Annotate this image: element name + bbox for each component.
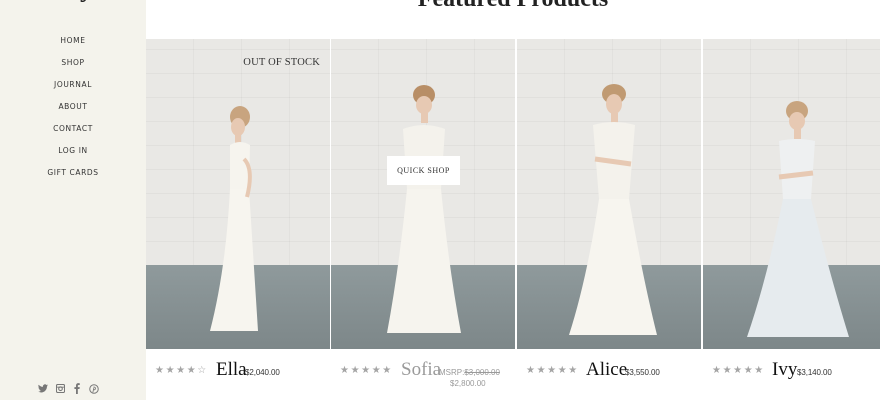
product-card-sofia[interactable]: QUICK SHOP ★★★★★ Sofia MSRP:$3,000.00 $2… xyxy=(331,39,515,400)
sidebar-nav: HOME SHOP JOURNAL ABOUT CONTACT LOG IN G… xyxy=(0,33,146,187)
dress-image xyxy=(387,85,461,333)
product-price: $2,040.00 xyxy=(245,368,280,377)
product-meta: ★★★★★ Ivy $3,140.00 xyxy=(703,355,880,400)
rating-stars: ★★★★★ xyxy=(526,365,579,376)
nav-shop[interactable]: SHOP xyxy=(0,55,146,77)
msrp-price: MSRP:$3,000.00 xyxy=(439,368,500,377)
nav-contact[interactable]: CONTACT xyxy=(0,121,146,143)
nav-journal[interactable]: JOURNAL xyxy=(0,77,146,99)
product-card-ivy[interactable]: ★★★★★ Ivy $3,140.00 xyxy=(703,39,880,400)
product-grid: OUT OF STOCK ★★★★☆ Ella $2,040.00 QUICK … xyxy=(146,39,880,400)
product-name[interactable]: Alice xyxy=(586,359,627,381)
section-heading: Featured Products xyxy=(146,0,880,13)
pinterest-icon[interactable] xyxy=(89,383,99,394)
facebook-icon[interactable] xyxy=(72,383,82,394)
product-name[interactable]: Ella xyxy=(216,359,247,381)
product-image[interactable] xyxy=(146,39,330,349)
dress-image xyxy=(210,106,258,331)
product-meta: ★★★★☆ Ella $2,040.00 xyxy=(146,355,330,400)
product-image[interactable] xyxy=(331,39,515,349)
rating-stars: ★★★★★ xyxy=(712,365,765,376)
product-meta: ★★★★★ Alice $3,550.00 xyxy=(517,355,701,400)
rating-stars: ★★★★★ xyxy=(340,365,393,376)
out-of-stock-badge: OUT OF STOCK xyxy=(243,57,320,68)
product-card-ella[interactable]: OUT OF STOCK ★★★★☆ Ella $2,040.00 xyxy=(146,39,330,400)
product-price: $3,550.00 xyxy=(625,368,660,377)
msrp-label: MSRP: xyxy=(439,368,465,377)
product-image[interactable] xyxy=(517,39,701,349)
twitter-icon[interactable] xyxy=(38,383,48,394)
product-price: $3,140.00 xyxy=(797,368,832,377)
product-image[interactable] xyxy=(703,39,880,349)
product-card-alice[interactable]: ★★★★★ Alice $3,550.00 xyxy=(517,39,701,400)
social-links xyxy=(38,383,99,394)
quick-shop-button[interactable]: QUICK SHOP xyxy=(387,156,460,185)
sidebar: y HOME SHOP JOURNAL ABOUT CONTACT LOG IN… xyxy=(0,0,146,400)
nav-gift-cards[interactable]: GIFT CARDS xyxy=(0,165,146,187)
logo-text[interactable]: y xyxy=(80,0,94,4)
rating-stars: ★★★★☆ xyxy=(155,365,208,376)
nav-about[interactable]: ABOUT xyxy=(0,99,146,121)
product-meta: ★★★★★ Sofia MSRP:$3,000.00 $2,800.00 xyxy=(331,355,515,400)
sale-price: $2,800.00 xyxy=(450,379,486,388)
logo[interactable]: y xyxy=(80,0,120,4)
product-name[interactable]: Ivy xyxy=(772,359,797,381)
dress-image xyxy=(747,101,849,337)
nav-home[interactable]: HOME xyxy=(0,33,146,55)
product-name[interactable]: Sofia xyxy=(401,359,441,381)
dress-image xyxy=(569,84,657,335)
instagram-icon[interactable] xyxy=(55,383,65,394)
nav-log-in[interactable]: LOG IN xyxy=(0,143,146,165)
msrp-value: $3,000.00 xyxy=(464,368,500,377)
